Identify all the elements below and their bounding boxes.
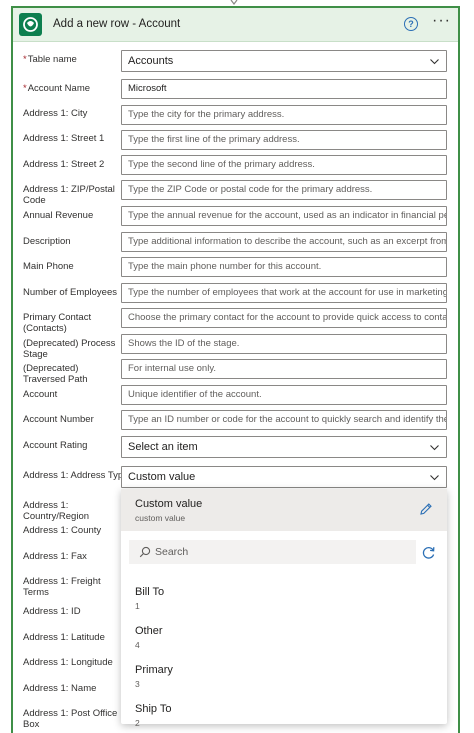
primary-contact-input[interactable]: Choose the primary contact for the accou… bbox=[121, 308, 447, 328]
dropdown-option-primary[interactable]: Primary 3 bbox=[121, 664, 447, 700]
chevron-down-icon bbox=[430, 445, 439, 451]
dropdown-option-other[interactable]: Other 4 bbox=[121, 625, 447, 661]
dataverse-logo-icon bbox=[19, 13, 42, 36]
label-freight-terms: Address 1: Freight Terms bbox=[23, 576, 101, 598]
chevron-down-icon bbox=[430, 475, 439, 481]
option-label: Custom value bbox=[135, 498, 203, 510]
label-main-phone: Main Phone bbox=[23, 261, 74, 272]
label-id: Address 1: ID bbox=[23, 606, 81, 617]
label-process-stage: (Deprecated) Process Stage bbox=[23, 338, 116, 360]
chevron-down-icon bbox=[430, 59, 439, 65]
label-zip: Address 1: ZIP/Postal Code bbox=[23, 184, 115, 206]
label-county: Address 1: County bbox=[23, 525, 102, 536]
account-name-input[interactable]: Microsoft bbox=[121, 79, 447, 99]
dropdown-option-selected[interactable]: Custom value custom value bbox=[121, 489, 447, 531]
option-value: 1 bbox=[135, 601, 140, 611]
label-address-type: Address 1: Address Type bbox=[23, 470, 129, 481]
option-value: 2 bbox=[135, 718, 140, 728]
search-placeholder: Search bbox=[155, 546, 189, 558]
label-traversed-path: (Deprecated) Traversed Path bbox=[23, 363, 88, 385]
label-primary-contact: Primary Contact (Contacts) bbox=[23, 312, 92, 334]
dropdown-option-ship-to[interactable]: Ship To 2 bbox=[121, 703, 447, 733]
main-phone-input[interactable]: Type the main phone number for this acco… bbox=[121, 257, 447, 277]
card-title: Add a new row - Account bbox=[53, 18, 181, 30]
employees-input[interactable]: Type the number of employees that work a… bbox=[121, 283, 447, 303]
label-table-name: *Table name bbox=[23, 54, 77, 65]
address-type-dropdown: Custom value custom value Search Bill To… bbox=[121, 489, 447, 728]
option-value: 3 bbox=[135, 679, 140, 689]
label-name: Address 1: Name bbox=[23, 683, 97, 694]
label-annual-revenue: Annual Revenue bbox=[23, 210, 94, 221]
label-street-1: Address 1: Street 1 bbox=[23, 133, 105, 144]
city-input[interactable]: Type the city for the primary address. bbox=[121, 105, 447, 125]
account-number-input[interactable]: Type an ID number or code for the accoun… bbox=[121, 410, 447, 430]
label-street-2: Address 1: Street 2 bbox=[23, 159, 105, 170]
table-name-select[interactable]: Accounts bbox=[121, 50, 447, 72]
dropdown-option-bill-to[interactable]: Bill To 1 bbox=[121, 586, 447, 622]
label-account-number: Account Number bbox=[23, 414, 94, 425]
option-label: Other bbox=[135, 625, 163, 637]
street-2-input[interactable]: Type the second line of the primary addr… bbox=[121, 155, 447, 175]
label-account: Account bbox=[23, 389, 58, 400]
option-label: Ship To bbox=[135, 703, 172, 715]
label-description: Description bbox=[23, 236, 71, 247]
account-rating-select[interactable]: Select an item bbox=[121, 436, 447, 458]
label-employees: Number of Employees bbox=[23, 287, 117, 298]
street-1-input[interactable]: Type the first line of the primary addre… bbox=[121, 130, 447, 150]
option-value: custom value bbox=[135, 513, 186, 523]
account-id-input[interactable]: Unique identifier of the account. bbox=[121, 385, 447, 405]
label-latitude: Address 1: Latitude bbox=[23, 632, 105, 643]
action-card: Add a new row - Account ? ··· *Table nam… bbox=[11, 6, 460, 733]
help-icon[interactable]: ? bbox=[404, 17, 418, 31]
zip-input[interactable]: Type the ZIP Code or postal code for the… bbox=[121, 180, 447, 200]
label-fax: Address 1: Fax bbox=[23, 551, 87, 562]
search-icon bbox=[139, 546, 151, 558]
label-city: Address 1: City bbox=[23, 108, 88, 119]
option-label: Primary bbox=[135, 664, 173, 676]
card-header[interactable]: Add a new row - Account ? ··· bbox=[13, 8, 458, 42]
label-account-rating: Account Rating bbox=[23, 440, 88, 451]
more-options-icon[interactable]: ··· bbox=[432, 12, 451, 30]
process-stage-input[interactable]: Shows the ID of the stage. bbox=[121, 334, 447, 354]
label-account-name: *Account Name bbox=[23, 83, 91, 94]
address-type-select[interactable]: Custom value bbox=[121, 466, 447, 488]
pencil-icon[interactable] bbox=[419, 502, 433, 516]
traversed-path-input[interactable]: For internal use only. bbox=[121, 359, 447, 379]
label-country-region: Address 1: Country/Region bbox=[23, 500, 90, 522]
option-label: Bill To bbox=[135, 586, 165, 598]
label-longitude: Address 1: Longitude bbox=[23, 657, 113, 668]
label-post-office-box: Address 1: Post Office Box bbox=[23, 708, 118, 730]
description-input[interactable]: Type additional information to describe … bbox=[121, 232, 447, 252]
refresh-icon[interactable] bbox=[421, 545, 436, 560]
annual-revenue-input[interactable]: Type the annual revenue for the account,… bbox=[121, 206, 447, 226]
dropdown-search-input[interactable]: Search bbox=[129, 540, 416, 564]
option-value: 4 bbox=[135, 640, 140, 650]
